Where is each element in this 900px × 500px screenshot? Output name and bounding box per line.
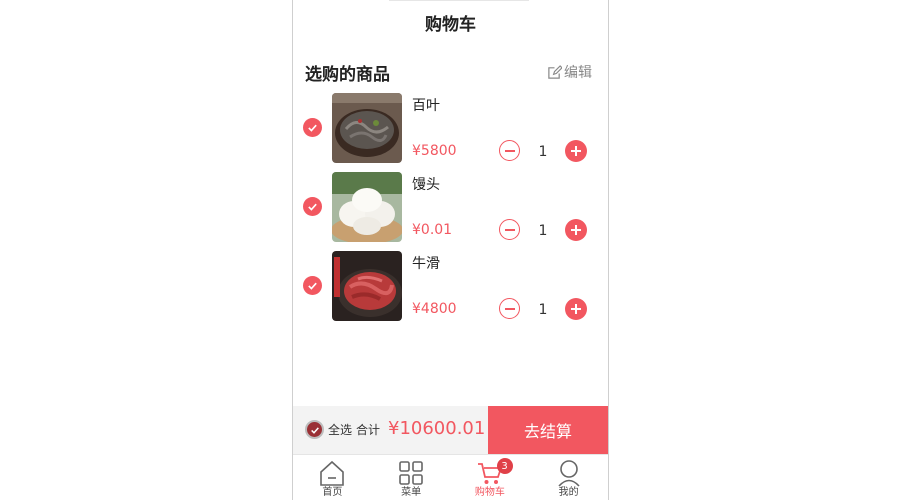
tab-profile-label: 我的	[558, 487, 579, 498]
increase-quantity-button[interactable]	[565, 298, 587, 320]
item-quantity: 1	[538, 144, 548, 160]
item-checkbox[interactable]	[303, 118, 322, 137]
edit-icon	[548, 64, 562, 79]
top-divider	[389, 0, 529, 1]
item-name: 馒头	[412, 177, 440, 193]
page-title: 购物车	[425, 15, 476, 35]
home-icon	[320, 460, 345, 486]
decrease-quantity-button[interactable]	[499, 140, 520, 161]
cart-item: 馒头 ¥0.01 1	[293, 172, 608, 244]
item-checkbox[interactable]	[303, 197, 322, 216]
total-label: 合计	[356, 423, 381, 437]
decrease-quantity-button[interactable]	[499, 219, 520, 240]
tab-profile[interactable]: 我的	[529, 455, 608, 500]
phone-screen: 购物车 选购的商品 编辑 百叶 ¥5800 1 馒头 ¥0.01 1 牛滑 ¥4…	[292, 0, 609, 500]
cart-item: 百叶 ¥5800 1	[293, 93, 608, 165]
tab-home-label: 首页	[322, 487, 343, 498]
increase-quantity-button[interactable]	[565, 219, 587, 241]
cart-count-badge: 3	[496, 458, 513, 474]
user-icon	[558, 460, 580, 487]
section-title: 选购的商品	[305, 65, 390, 85]
item-checkbox[interactable]	[303, 276, 322, 295]
tab-menu[interactable]: 菜单	[372, 455, 451, 500]
tripe-dish-image	[332, 93, 402, 163]
item-name: 百叶	[412, 98, 440, 114]
edit-button[interactable]: 编辑	[547, 62, 592, 82]
select-all-label: 全选	[328, 423, 353, 437]
tab-menu-label: 菜单	[401, 487, 422, 498]
plus-icon	[571, 146, 581, 156]
tab-cart-label: 购物车	[474, 487, 505, 498]
item-price: ¥4800	[412, 301, 457, 317]
menu-grid-icon	[399, 461, 423, 485]
check-icon	[308, 282, 317, 290]
item-quantity: 1	[538, 302, 548, 318]
tab-bar: 首页 菜单 3 购物车 我的	[293, 454, 608, 500]
item-price: ¥5800	[412, 143, 457, 159]
check-icon	[308, 203, 317, 211]
plus-icon	[571, 304, 581, 314]
select-all-checkbox[interactable]	[305, 420, 324, 439]
steamed-buns-image	[332, 172, 402, 242]
item-quantity: 1	[538, 223, 548, 239]
beef-slices-image	[332, 251, 402, 321]
tab-home[interactable]: 首页	[293, 455, 372, 500]
checkout-button[interactable]: 去结算	[488, 406, 608, 454]
edit-label: 编辑	[564, 65, 592, 81]
check-icon	[310, 426, 319, 434]
increase-quantity-button[interactable]	[565, 140, 587, 162]
decrease-quantity-button[interactable]	[499, 298, 520, 319]
tab-cart[interactable]: 3 购物车	[451, 455, 530, 500]
item-price: ¥0.01	[412, 222, 453, 238]
total-amount: ¥10600.01	[388, 418, 486, 439]
plus-icon	[571, 225, 581, 235]
checkout-bar: 全选 合计 ¥10600.01 去结算	[293, 406, 608, 454]
check-icon	[308, 124, 317, 132]
cart-item: 牛滑 ¥4800 1	[293, 251, 608, 323]
item-name: 牛滑	[412, 256, 440, 272]
